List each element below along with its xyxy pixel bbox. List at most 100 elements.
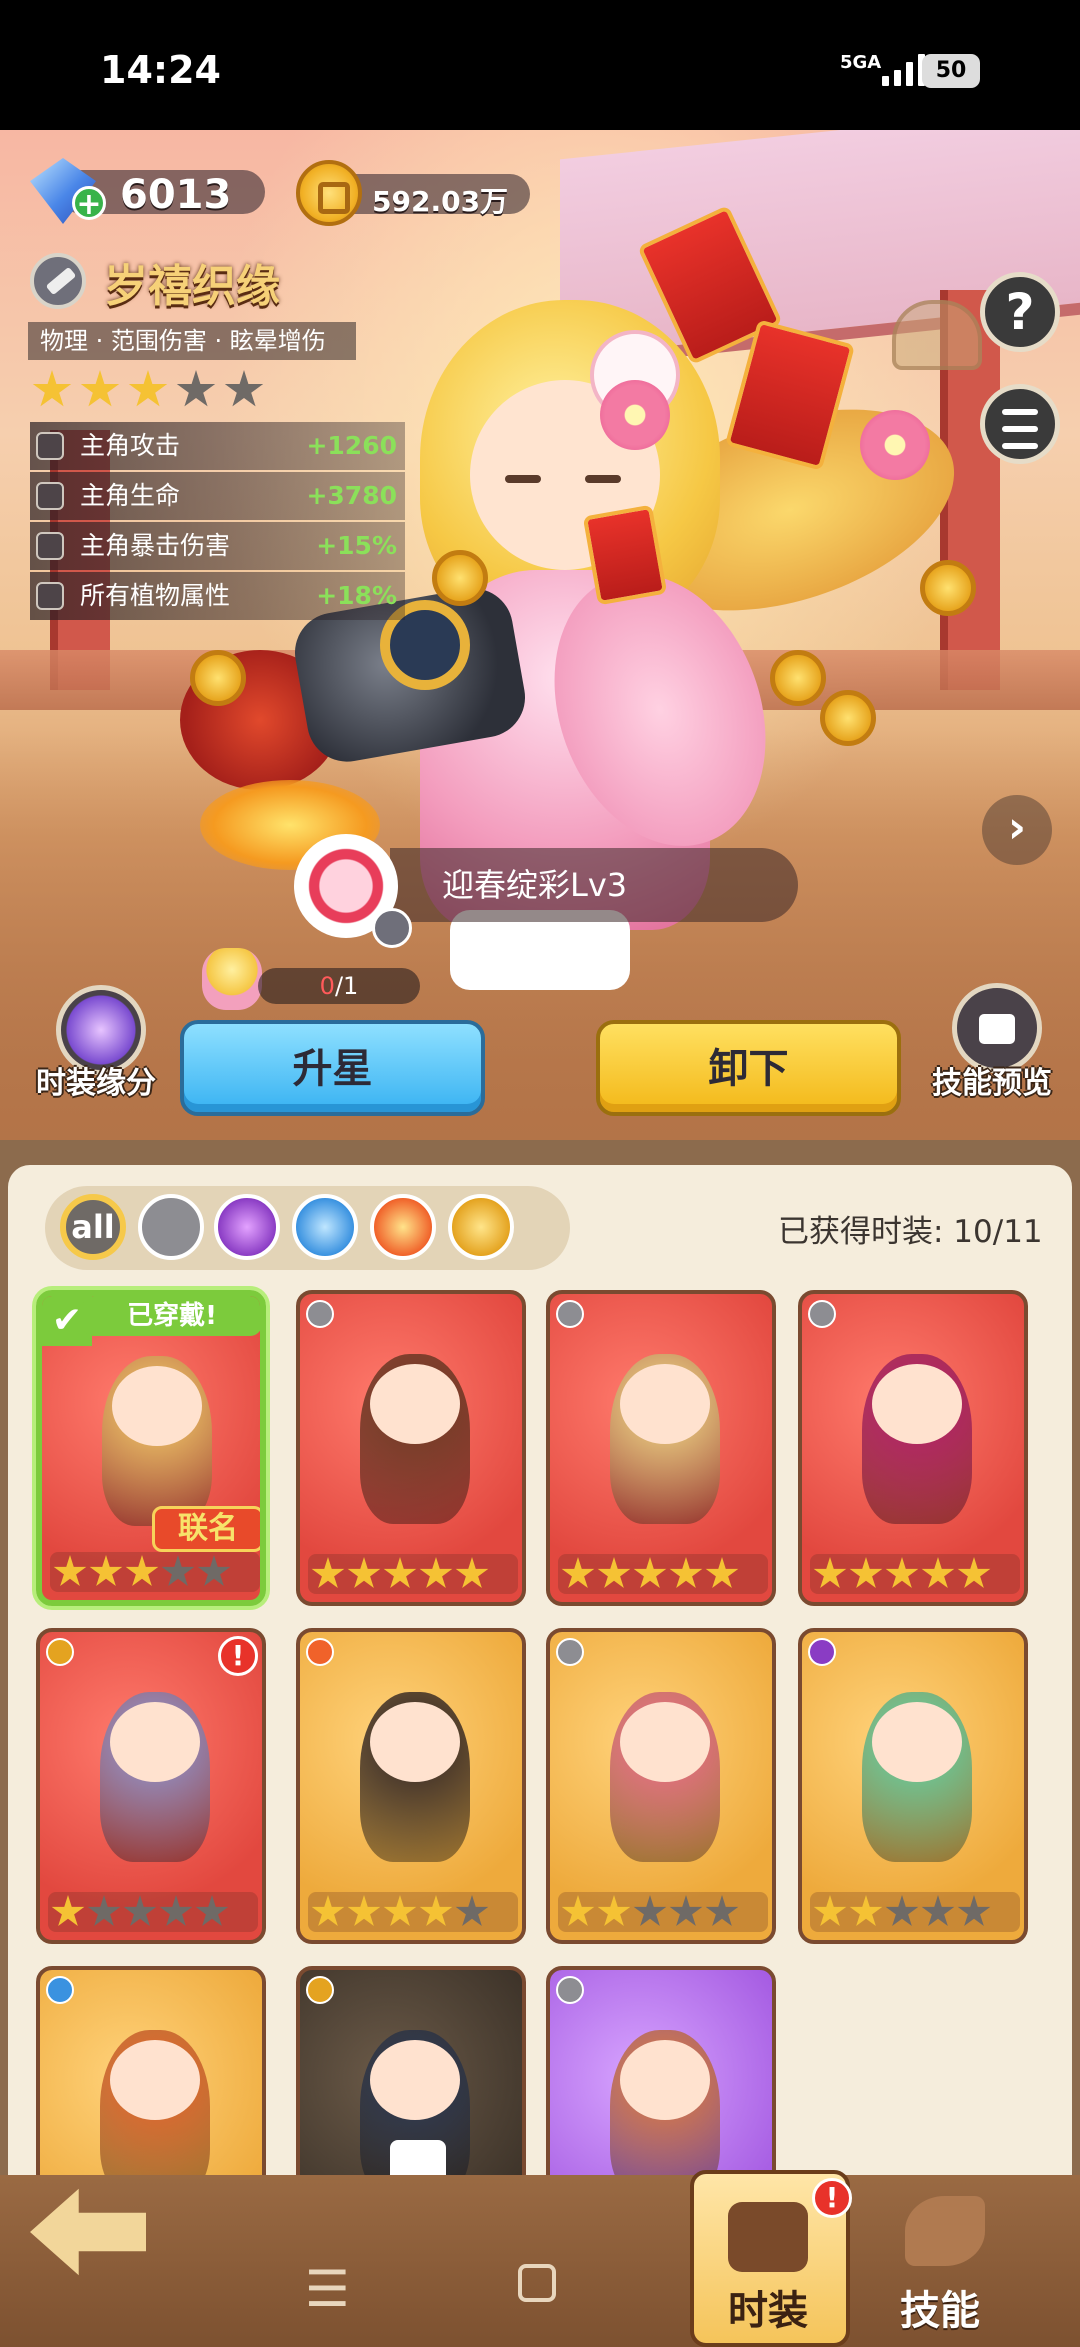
- skill-preview-label[interactable]: 技能预览: [932, 1058, 1052, 1102]
- costume-card[interactable]: [798, 1290, 1028, 1606]
- stat-label: 主角生命: [80, 481, 181, 510]
- physical-type-icon: [30, 253, 86, 309]
- costume-name: 岁禧织缘: [104, 261, 280, 312]
- physical-type-icon: [372, 908, 412, 948]
- filter-all[interactable]: all: [60, 1194, 126, 1260]
- costume-tags: 物理 · 范围伤害 · 眩晕增伤: [28, 322, 356, 360]
- star-empty-icon: [176, 370, 216, 407]
- star-filled-icon: [597, 1557, 631, 1588]
- star-filled-icon: [383, 1895, 417, 1926]
- star-filled-icon: [455, 1557, 489, 1588]
- star-filled-icon: [347, 1557, 381, 1588]
- card-star-rating: [810, 1892, 1020, 1932]
- filter-water-icon[interactable]: [292, 1194, 358, 1260]
- costume-figure-head: [620, 1702, 710, 1782]
- coin: [190, 650, 246, 706]
- star-empty-icon: [633, 1895, 667, 1926]
- costume-card[interactable]: [798, 1628, 1028, 1944]
- card-star-rating: [558, 1892, 768, 1932]
- filter-electric-icon[interactable]: [448, 1194, 514, 1260]
- attack-icon: [36, 432, 64, 460]
- star-empty-icon: [224, 370, 264, 407]
- costume-figure-head: [872, 1364, 962, 1444]
- star-filled-icon: [561, 1557, 595, 1588]
- costume-card[interactable]: ✔ 已穿戴! 联名: [36, 1290, 266, 1606]
- filter-fire-icon[interactable]: [370, 1194, 436, 1260]
- star-filled-icon: [849, 1895, 883, 1926]
- star-filled-icon: [383, 1557, 417, 1588]
- coin: [432, 550, 488, 606]
- costume-card[interactable]: [546, 1290, 776, 1606]
- status-bar: 14:24 5GA 50: [0, 0, 1080, 130]
- star-filled-icon: [311, 1895, 345, 1926]
- filter-poison-icon[interactable]: [214, 1194, 280, 1260]
- star-filled-icon: [561, 1895, 595, 1926]
- list-button[interactable]: [980, 384, 1060, 464]
- stat-label: 所有植物属性: [80, 581, 231, 610]
- filter-physical-icon[interactable]: [138, 1194, 204, 1260]
- unequip-button[interactable]: 卸下: [596, 1020, 901, 1116]
- costume-card[interactable]: !: [36, 1628, 266, 1944]
- costume-card[interactable]: [546, 1628, 776, 1944]
- star-filled-icon: [957, 1557, 991, 1588]
- gem-count: 6013: [120, 172, 232, 218]
- star-filled-icon: [885, 1557, 919, 1588]
- add-gems-button[interactable]: +: [72, 186, 106, 221]
- system-menu-icon[interactable]: ☰: [305, 2260, 350, 2318]
- physical-element-icon: [808, 1300, 836, 1328]
- help-button[interactable]: ?: [980, 272, 1060, 352]
- bell-icon[interactable]: [892, 300, 982, 370]
- costume-card[interactable]: [546, 1966, 776, 2180]
- electric-element-icon: [46, 1638, 74, 1666]
- worn-badge: 已穿戴!: [82, 1296, 260, 1336]
- star-filled-icon: [597, 1895, 631, 1926]
- skill-name-bar[interactable]: 迎春绽彩Lv3: [390, 848, 798, 922]
- physical-element-icon: [306, 1300, 334, 1328]
- costume-grid: ✔ 已穿戴! 联名!: [0, 1280, 1080, 2180]
- shard-avatar: [202, 948, 262, 1010]
- card-star-rating: [558, 1554, 768, 1594]
- character-legs: [450, 910, 630, 990]
- next-arrow-button[interactable]: ›: [982, 795, 1052, 865]
- new-alert-icon: !: [218, 1636, 258, 1676]
- electric-element-icon: [306, 1976, 334, 2004]
- gold-count: 592.03万: [372, 185, 509, 218]
- character-eye: [585, 475, 621, 483]
- stat-row: 主角暴击伤害 +15%: [30, 522, 405, 570]
- stat-value: +15%: [316, 531, 397, 560]
- costume-fate-label: 时装缘分: [36, 1066, 156, 1101]
- star-filled-icon: [705, 1557, 739, 1588]
- plant-attribute-icon: [36, 582, 64, 610]
- tab-skill-label[interactable]: 技能: [900, 2278, 980, 2336]
- costume-card[interactable]: [296, 1628, 526, 1944]
- gold-coin-icon: [296, 160, 362, 226]
- star-empty-icon: [195, 1895, 229, 1926]
- costume-figure-head: [370, 2040, 460, 2120]
- battery-indicator: 50: [922, 54, 980, 88]
- signal-icon: [882, 52, 925, 86]
- star-filled-icon: [419, 1557, 453, 1588]
- stat-label: 主角攻击: [80, 431, 181, 460]
- costume-card[interactable]: [296, 1966, 526, 2180]
- crit-icon: [36, 532, 64, 560]
- stat-value: +1260: [306, 431, 397, 460]
- costume-card[interactable]: [36, 1966, 266, 2180]
- star-empty-icon: [885, 1895, 919, 1926]
- stat-list: 主角攻击 +1260 主角生命 +3780 主角暴击伤害 +15% 所有植物属性 +18…: [30, 422, 405, 622]
- costume-card[interactable]: [296, 1290, 526, 1606]
- fire-element-icon: [306, 1638, 334, 1666]
- stat-row: 主角生命 +3780: [30, 472, 405, 520]
- star-filled-icon: [669, 1557, 703, 1588]
- costume-figure-head: [370, 1364, 460, 1444]
- star-empty-icon: [87, 1895, 121, 1926]
- star-filled-icon: [89, 1555, 123, 1586]
- costume-star-rating: [32, 370, 264, 410]
- card-star-rating: [50, 1552, 260, 1592]
- stat-row: 主角攻击 +1260: [30, 422, 405, 470]
- costume-figure-head: [872, 1702, 962, 1782]
- water-element-icon: [46, 1976, 74, 2004]
- star-up-button[interactable]: 升星: [180, 1020, 485, 1116]
- system-home-icon[interactable]: [518, 2264, 556, 2302]
- rocket-icon[interactable]: [905, 2196, 985, 2266]
- costume-jacket-icon: [728, 2202, 808, 2272]
